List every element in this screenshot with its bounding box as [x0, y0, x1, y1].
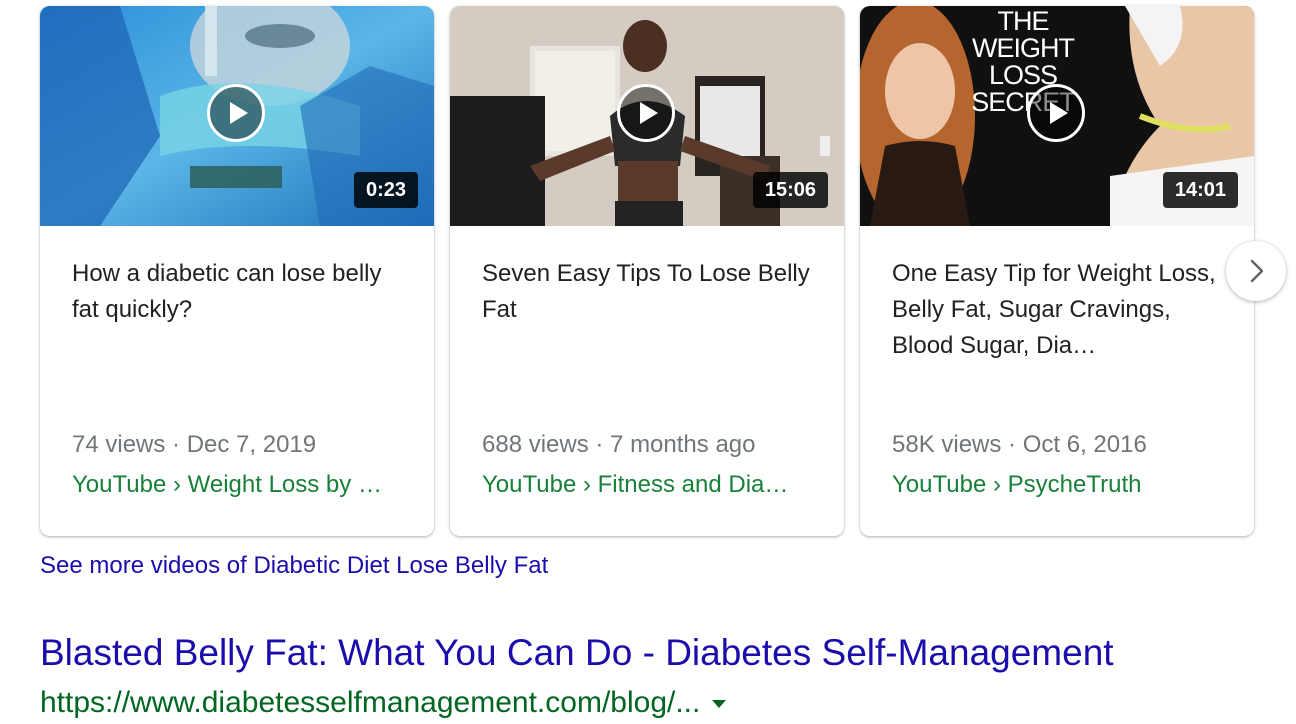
- video-source: YouTube › Fitness and Dia…: [482, 471, 789, 498]
- result-title-link[interactable]: Blasted Belly Fat: What You Can Do - Dia…: [40, 630, 1114, 676]
- video-thumbnail[interactable]: 15:06: [450, 6, 844, 226]
- video-card[interactable]: 0:23 How a diabetic can lose belly fat q…: [40, 6, 434, 536]
- video-duration: 0:23: [353, 172, 418, 208]
- video-card[interactable]: THE WEIGHT LOSS SECRET 14:01 One Easy Ti…: [860, 6, 1254, 536]
- video-carousel: 0:23 How a diabetic can lose belly fat q…: [40, 6, 1290, 536]
- video-duration: 15:06: [752, 172, 828, 208]
- video-source: YouTube › PsycheTruth: [892, 471, 1142, 498]
- see-more-videos-link[interactable]: See more videos of Diabetic Diet Lose Be…: [40, 551, 548, 581]
- video-card[interactable]: 15:06 Seven Easy Tips To Lose Belly Fat …: [450, 6, 844, 536]
- video-title[interactable]: Seven Easy Tips To Lose Belly Fat: [482, 256, 812, 328]
- video-meta: 74 views · Dec 7, 2019: [72, 431, 317, 458]
- video-meta: 688 views · 7 months ago: [482, 431, 756, 458]
- play-icon[interactable]: [1027, 84, 1085, 142]
- search-results-page: 0:23 How a diabetic can lose belly fat q…: [0, 0, 1296, 724]
- video-thumbnail[interactable]: THE WEIGHT LOSS SECRET 14:01: [860, 6, 1254, 226]
- play-icon[interactable]: [207, 84, 265, 142]
- video-title[interactable]: One Easy Tip for Weight Loss, Belly Fat,…: [892, 256, 1222, 364]
- video-source: YouTube › Weight Loss by …: [72, 471, 382, 498]
- chevron-right-icon: [1250, 259, 1264, 283]
- play-icon[interactable]: [617, 84, 675, 142]
- video-meta: 58K views · Oct 6, 2016: [892, 431, 1147, 458]
- result-url-text[interactable]: https://www.diabetesselfmanagement.com/b…: [40, 686, 700, 719]
- video-thumbnail[interactable]: 0:23: [40, 6, 434, 226]
- video-title[interactable]: How a diabetic can lose belly fat quickl…: [72, 256, 402, 328]
- result-url: https://www.diabetesselfmanagement.com/b…: [40, 684, 727, 722]
- video-duration: 14:01: [1162, 172, 1238, 208]
- carousel-next-button[interactable]: [1226, 241, 1286, 301]
- caret-down-icon[interactable]: [712, 700, 727, 709]
